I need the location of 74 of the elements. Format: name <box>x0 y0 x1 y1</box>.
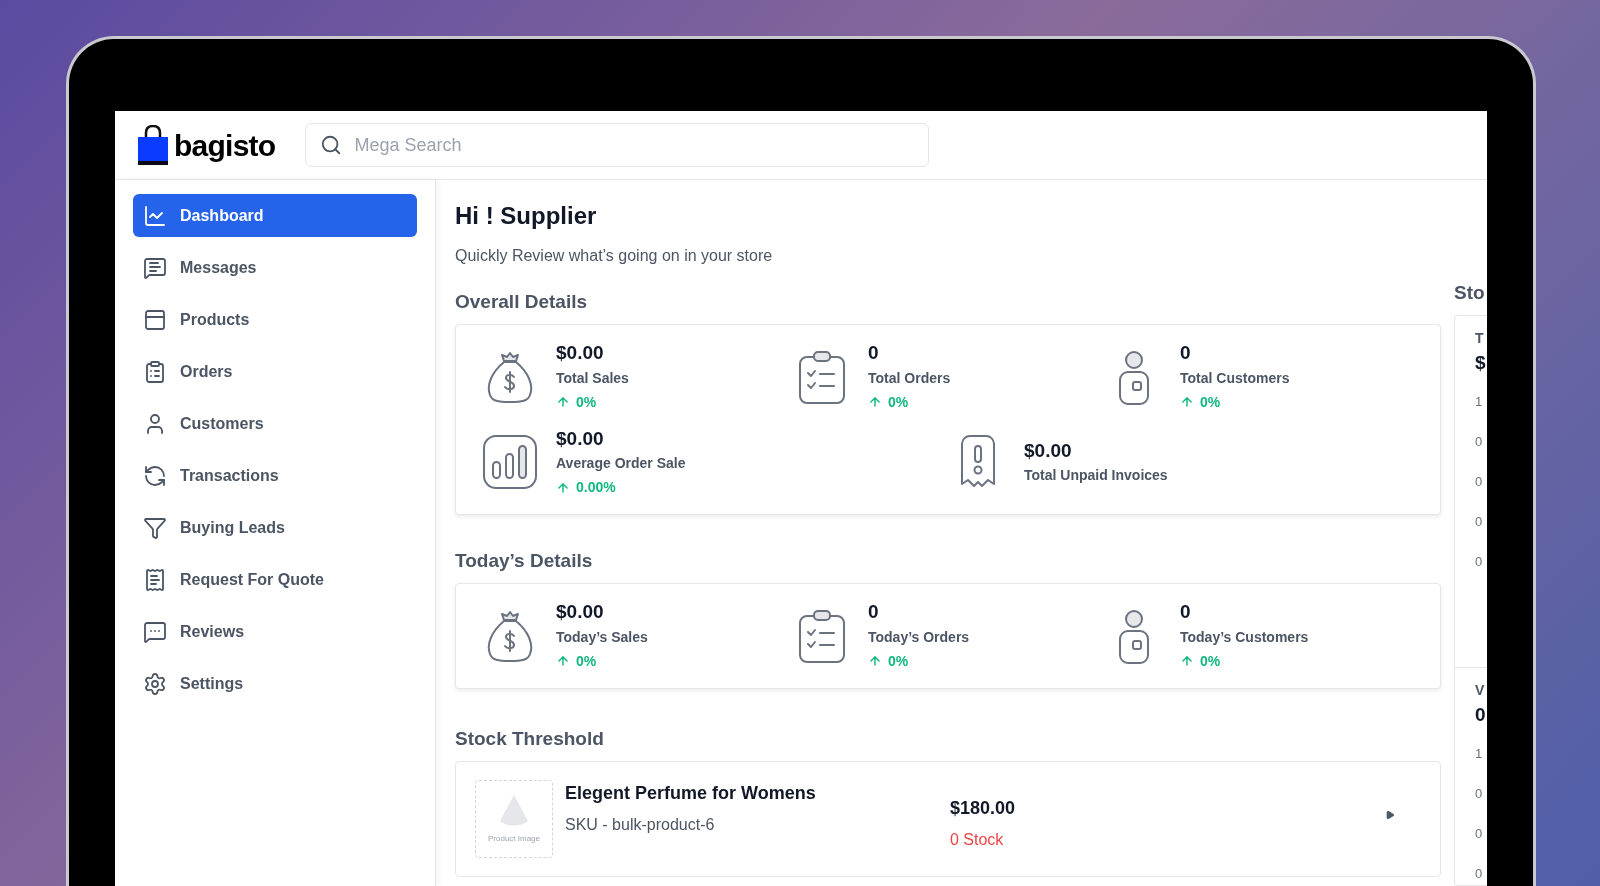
arrow-up-icon <box>1180 395 1194 409</box>
card-label: T <box>1475 328 1485 348</box>
shopping-bag-icon <box>138 125 168 165</box>
stat-label: Total Customers <box>1180 368 1290 388</box>
stat-value: 0 <box>1180 600 1192 624</box>
settings-icon <box>143 671 167 696</box>
axis-tick: 0 <box>1475 473 1484 492</box>
stat-change: 0% <box>1200 392 1221 412</box>
sidebar-item[interactable]: Settings <box>133 662 417 705</box>
sidebar-item[interactable]: Products <box>133 298 417 341</box>
stat-value: $0.00 <box>556 340 605 365</box>
stat-change: 0% <box>576 651 597 671</box>
sidebar-item[interactable]: Transactions <box>133 454 417 497</box>
axis-tick: 0 <box>1475 785 1484 804</box>
page-subtitle: Quickly Review what’s going on in your store <box>455 246 774 266</box>
window-icon <box>143 307 167 332</box>
brand-logo: bagisto <box>174 127 276 164</box>
refresh-icon <box>143 463 167 488</box>
product-sku: SKU - bulk-product-6 <box>565 814 716 835</box>
axis-tick: 0 <box>1475 865 1484 884</box>
stat-label: Total Sales <box>556 368 629 388</box>
stat-change: 0% <box>1200 651 1221 671</box>
stat-value: 0 <box>868 600 880 624</box>
sidebar-item[interactable]: Customers <box>133 402 417 445</box>
page-title: Hi ! Supplier <box>455 201 598 231</box>
receipt-icon <box>143 567 167 592</box>
stat-label: Today’s Orders <box>868 627 970 647</box>
message-icon <box>143 255 167 280</box>
sidebar-item[interactable]: Reviews <box>133 610 417 653</box>
arrow-up-icon <box>1180 654 1194 669</box>
stat-value: 0 <box>868 340 880 365</box>
stat-value: $0.00 <box>556 426 605 451</box>
sidebar-item[interactable]: Request For Quote <box>133 558 417 601</box>
caret-icon <box>1385 809 1395 820</box>
sidebar-item[interactable]: Orders <box>133 350 417 393</box>
stat-label: Total Orders <box>868 368 951 388</box>
axis-tick: 0 <box>1475 825 1484 844</box>
card-label: V <box>1475 680 1486 700</box>
section-title: Today’s Details <box>455 549 594 573</box>
stat-change: 0% <box>888 392 909 412</box>
expand-button[interactable] <box>1385 809 1395 820</box>
stat-change: 0.00% <box>576 478 616 498</box>
clipboard-icon <box>143 359 167 384</box>
stat-label: Today’s Customers <box>1180 627 1309 647</box>
product-price: $180.00 <box>950 796 1016 820</box>
comment-icon <box>143 619 167 644</box>
filter-icon <box>143 515 167 540</box>
stock-status: 0 Stock <box>950 829 1005 850</box>
stat-label: Today’s Sales <box>556 627 648 647</box>
search-field[interactable]: Mega Search <box>305 123 930 167</box>
image-label: Product Image <box>488 832 540 845</box>
sidebar-item[interactable]: Dashboard <box>133 194 417 237</box>
section-title: Sto <box>1454 281 1486 305</box>
search-icon <box>320 134 343 156</box>
stat-value: $0.00 <box>556 600 605 624</box>
product-name: Elegent Perfume for Womens <box>565 781 817 805</box>
axis-tick: 1 <box>1475 393 1484 412</box>
sidebar-item[interactable]: Messages <box>133 246 417 289</box>
sidebar-item[interactable]: Buying Leads <box>133 506 417 549</box>
section-title: Overall Details <box>455 290 589 314</box>
stat-change: 0% <box>576 392 597 412</box>
stat-change: 0% <box>888 651 909 671</box>
section-title: Stock Threshold <box>455 726 605 751</box>
axis-tick: 0 <box>1475 513 1484 532</box>
axis-tick: 0 <box>1475 433 1484 452</box>
axis-tick: 0 <box>1475 553 1484 572</box>
stat-value: 0 <box>1180 340 1192 365</box>
chart-icon <box>143 203 167 228</box>
stat-label: Total Unpaid Invoices <box>1024 466 1168 486</box>
stat-value: $0.00 <box>1024 438 1073 463</box>
card-value: $ <box>1475 350 1487 375</box>
stat-label: Average Order Sale <box>556 454 686 474</box>
card-value: 0 <box>1475 702 1487 727</box>
axis-tick: 1 <box>1475 745 1484 764</box>
